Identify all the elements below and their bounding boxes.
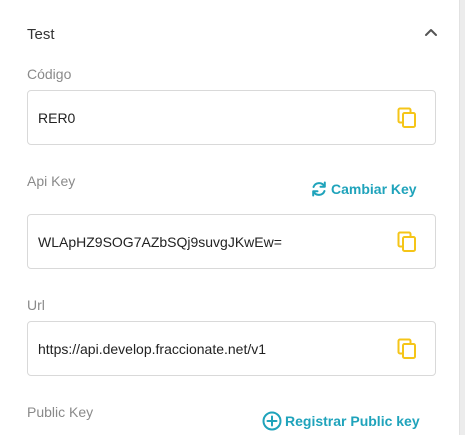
url-field: https://api.develop.fraccionate.net/v1 — [27, 321, 436, 376]
copy-icon[interactable] — [397, 107, 417, 129]
register-public-key-label: Registrar Public key — [285, 413, 420, 429]
refresh-icon — [312, 181, 326, 197]
copy-icon[interactable] — [397, 338, 417, 360]
api-key-field: WLApHZ9SOG7AZbSQj9suvgJKwEw= — [27, 214, 436, 269]
url-value[interactable]: https://api.develop.fraccionate.net/v1 — [38, 322, 266, 375]
change-key-button[interactable]: Cambiar Key — [310, 180, 417, 198]
chevron-up-icon[interactable] — [422, 24, 440, 42]
api-key-value[interactable]: WLApHZ9SOG7AZbSQj9suvgJKwEw= — [38, 215, 282, 268]
add-circle-icon — [262, 411, 282, 431]
codigo-value[interactable]: RER0 — [38, 91, 75, 144]
change-key-label: Cambiar Key — [331, 181, 417, 197]
copy-icon[interactable] — [397, 231, 417, 253]
url-label: Url — [27, 297, 45, 313]
register-public-key-button[interactable]: Registrar Public key — [262, 411, 420, 431]
section-title: Test — [27, 26, 55, 43]
public-key-label: Public Key — [27, 404, 94, 420]
codigo-label: Código — [27, 66, 72, 82]
api-key-label: Api Key — [27, 173, 76, 189]
test-config-panel: Test Código RER0 Api Key Cambiar Key WLA… — [0, 0, 460, 435]
codigo-field: RER0 — [27, 90, 436, 145]
